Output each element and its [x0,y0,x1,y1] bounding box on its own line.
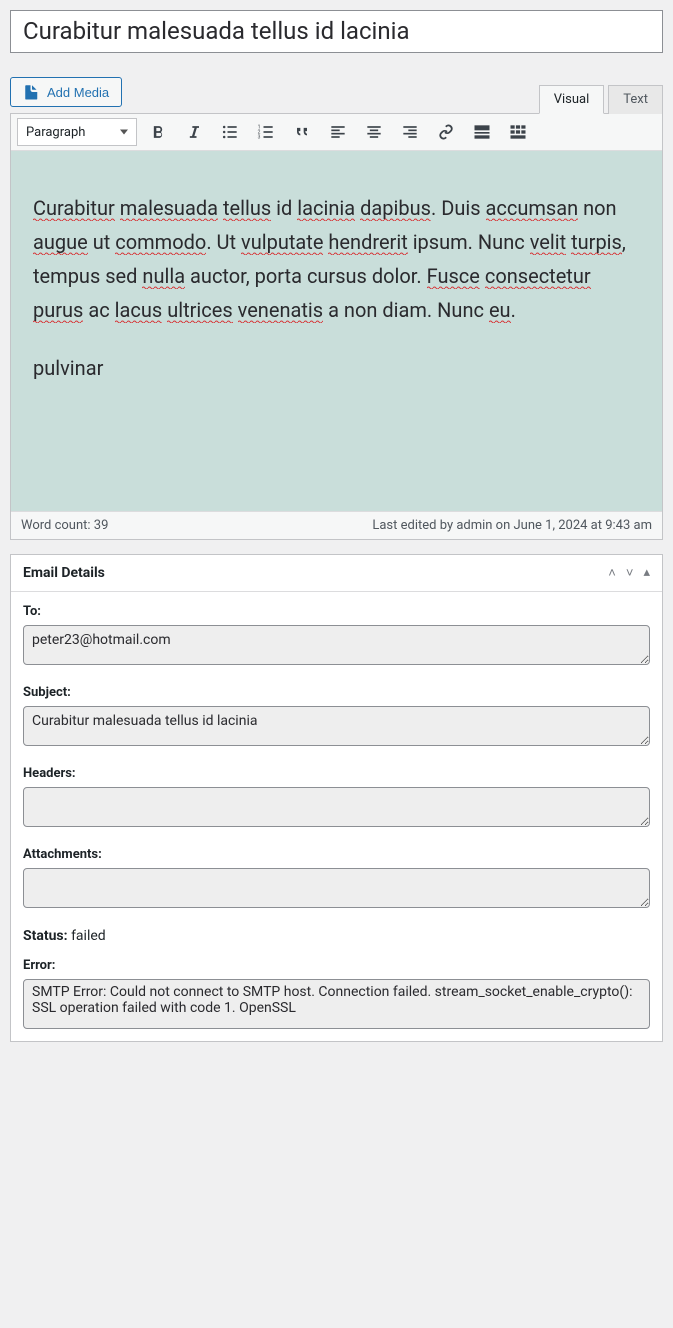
to-field[interactable]: peter23@hotmail.com [23,625,650,665]
italic-button[interactable] [179,118,209,146]
editor: Paragraph 123 Curabitur malesuada tellus… [10,113,663,540]
subject-label: Subject: [23,685,650,700]
error-field[interactable]: SMTP Error: Could not connect to SMTP ho… [23,979,650,1029]
bold-button[interactable] [143,118,173,146]
email-details-panel: Email Details ˄ ˅ ▴ To: peter23@hotmail.… [10,554,663,1042]
ol-button[interactable]: 123 [251,118,281,146]
chevron-up-icon[interactable]: ˄ [608,565,616,581]
media-icon [23,83,41,101]
post-title-input[interactable] [10,10,663,53]
subject-field[interactable]: Curabitur malesuada tellus id lacinia [23,706,650,746]
tab-text[interactable]: Text [608,85,663,114]
chevron-down-icon[interactable]: ˅ [626,565,634,581]
attachments-field[interactable] [23,868,650,908]
ul-button[interactable] [215,118,245,146]
panel-title: Email Details [23,565,105,581]
panel-header[interactable]: Email Details ˄ ˅ ▴ [11,555,662,592]
status-line: Status: failed [23,928,650,944]
headers-field[interactable] [23,787,650,827]
paragraph-2: pulvinar [33,351,640,385]
add-media-button[interactable]: Add Media [10,77,122,107]
headers-label: Headers: [23,766,650,781]
readmore-button[interactable] [467,118,497,146]
collapse-icon[interactable]: ▴ [643,565,650,581]
align-center-button[interactable] [359,118,389,146]
last-edit: Last edited by admin on June 1, 2024 at … [372,518,652,533]
tab-visual[interactable]: Visual [539,85,605,114]
format-select[interactable]: Paragraph [17,118,137,146]
attachments-label: Attachments: [23,847,650,862]
quote-button[interactable] [287,118,317,146]
editor-content[interactable]: Curabitur malesuada tellus id lacinia da… [11,151,662,511]
align-left-button[interactable] [323,118,353,146]
editor-statusbar: Word count: 39 Last edited by admin on J… [11,511,662,539]
link-button[interactable] [431,118,461,146]
editor-toolbar: Paragraph 123 [11,114,662,151]
align-right-button[interactable] [395,118,425,146]
svg-text:3: 3 [258,135,261,141]
add-media-label: Add Media [47,85,109,100]
error-label: Error: [23,958,650,973]
to-label: To: [23,604,650,619]
word-count: Word count: 39 [21,518,108,533]
toolbar-toggle-button[interactable] [503,118,533,146]
